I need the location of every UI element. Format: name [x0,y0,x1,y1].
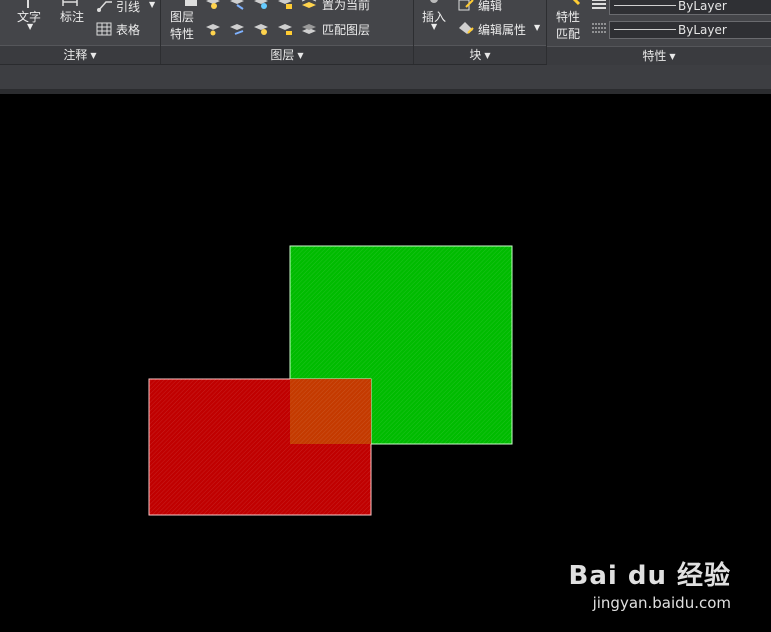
lineweight-preview [614,5,676,6]
insert-block-icon [430,0,438,3]
edit-attributes-button[interactable]: 编辑属性 [478,21,526,38]
block-footer-label: 块 [469,48,482,62]
panel-expand-icon: ▼ [297,51,304,60]
layer-unisolate-icon[interactable] [229,22,245,36]
block-edit-button[interactable]: 编辑 [478,0,502,14]
watermark-url: jingyan.baidu.com [592,594,731,612]
drawing-canvas[interactable]: Bai du 经验 jingyan.baidu.com [0,94,771,628]
layer-isolate-icon[interactable] [229,0,245,10]
layer-properties-icon [185,0,197,6]
linetype-value: ByLayer [678,23,727,37]
properties-footer-label: 特性 [642,49,667,63]
leader-button[interactable]: 引线 [116,0,140,15]
dimension-button[interactable]: 标注 [60,8,84,25]
properties-panel-footer[interactable]: 特性 ▼ [547,46,771,65]
linetype-select[interactable]: ByLayer [609,21,771,39]
edit-attributes-icon [459,22,474,34]
layer-properties-label-2: 特性 [170,27,195,41]
layer-unlock-icon[interactable] [277,22,293,36]
match-properties-label-2: 匹配 [556,27,581,41]
dimension-icon [62,0,78,6]
lineweight-icon [592,0,606,9]
overlap-hatch [290,379,371,444]
edit-attributes-dropdown-icon[interactable]: ▼ [534,23,540,32]
block-editor-icon [458,0,474,11]
annotate-panel-footer[interactable]: 注释 ▼ [0,45,160,64]
block-panel-footer[interactable]: 块 ▼ [414,45,546,64]
annotate-footer-label: 注释 [63,48,88,62]
panel-expand-icon: ▼ [90,51,97,60]
linetype-icon [592,23,606,33]
table-button[interactable]: 表格 [116,21,140,38]
insert-dropdown-icon[interactable]: ▼ [431,22,437,31]
panel-expand-icon: ▼ [484,51,491,60]
watermark: Bai du 经验 jingyan.baidu.com [569,555,732,612]
file-tab-bar [0,65,771,89]
drawing-svg[interactable] [0,94,771,628]
linetype-preview [614,29,676,30]
match-layer-icon [302,24,316,34]
layer-properties-button[interactable]: 图层 [170,8,194,25]
annotate-panel: 文字 ▼ 标注 引线 ▼ 表格 注释 ▼ [0,0,161,64]
text-icon [27,0,29,8]
leader-dropdown-icon[interactable]: ▼ [149,0,155,9]
lineweight-value: ByLayer [678,0,727,13]
layers-footer-label: 图层 [270,48,295,62]
set-current-button[interactable]: 置为当前 [322,0,370,13]
table-icon [96,22,112,36]
block-panel: 插入 ▼ 编辑 编辑属性 ▼ 块 ▼ [414,0,547,64]
lineweight-select[interactable]: ByLayer [609,0,771,15]
layers-panel-footer[interactable]: 图层 ▼ [161,45,413,64]
layer-thaw-icon[interactable] [253,22,269,36]
layers-panel: 图层 特性 置为当前 匹配图层 图层 ▼ [161,0,414,64]
leader-icon [97,1,112,12]
layer-off-icon[interactable] [205,0,221,10]
layer-on-icon[interactable] [205,22,221,36]
text-dropdown-icon[interactable]: ▼ [27,22,33,31]
match-layer-button[interactable]: 匹配图层 [322,21,370,38]
layer-lock-icon[interactable] [277,0,293,10]
layer-freeze-icon[interactable] [253,0,269,10]
panel-expand-icon: ▼ [669,52,676,61]
watermark-brand: Bai du 经验 [568,561,731,591]
set-current-icon [301,0,317,8]
match-properties-icon [572,0,581,6]
match-properties-button[interactable]: 特性 [556,8,580,25]
